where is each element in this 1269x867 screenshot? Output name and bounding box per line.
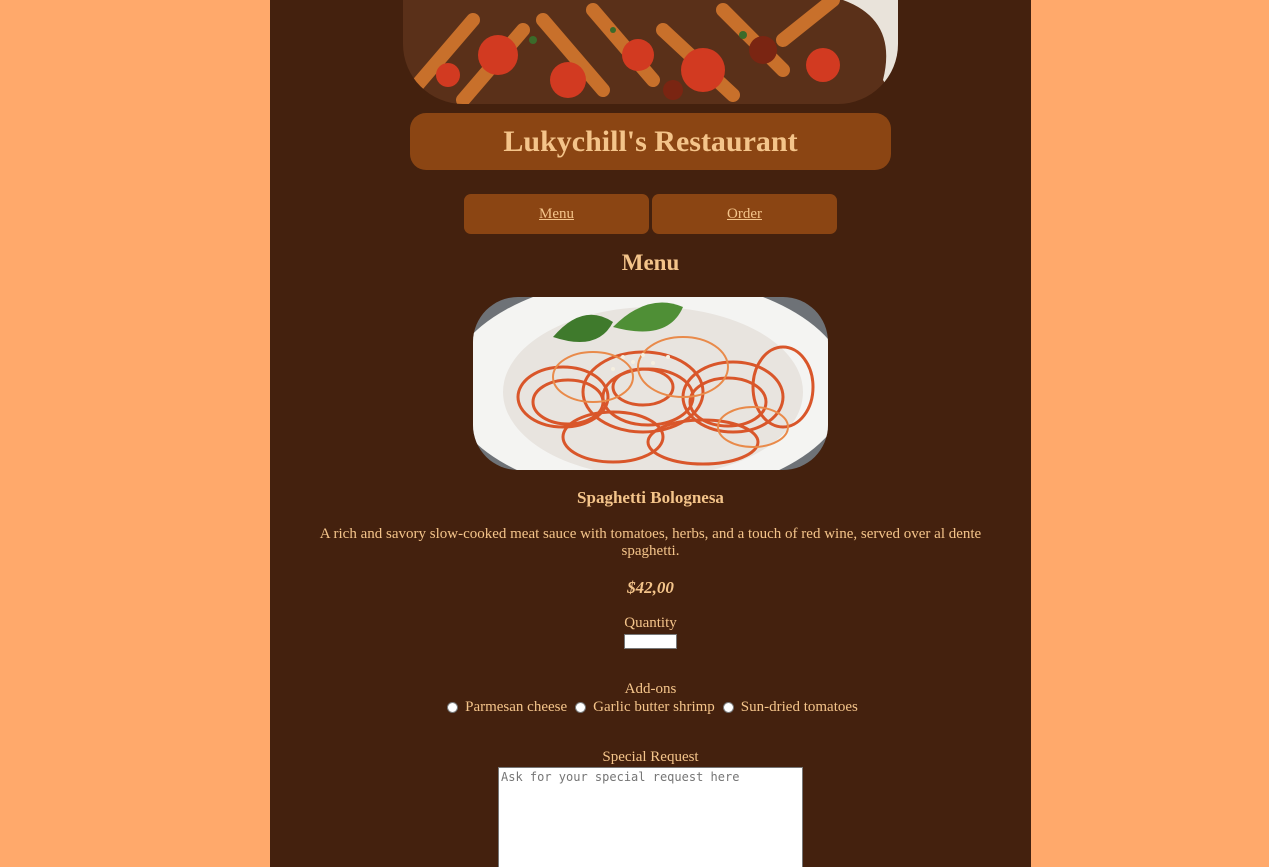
addon-tomatoes-radio[interactable] bbox=[722, 702, 734, 713]
addon-tomatoes-label: Sun-dried tomatoes bbox=[740, 699, 858, 715]
addon-parmesan-radio[interactable] bbox=[447, 702, 459, 713]
nav-order-link[interactable]: Order bbox=[652, 194, 837, 234]
addons-label: Add-ons bbox=[624, 681, 677, 697]
quantity-input[interactable] bbox=[624, 634, 677, 649]
hero-image bbox=[403, 0, 898, 104]
addon-shrimp-radio[interactable] bbox=[575, 702, 587, 713]
dish-price: $42,00 bbox=[627, 578, 674, 597]
restaurant-title-box: Lukychill's Restaurant bbox=[410, 113, 891, 170]
main-content: Lukychill's Restaurant Menu Order Menu S… bbox=[270, 0, 1031, 867]
special-request-label: Special Request bbox=[602, 749, 699, 765]
quantity-label: Quantity bbox=[624, 615, 677, 631]
addon-shrimp-label: Garlic butter shrimp bbox=[593, 699, 715, 715]
addon-parmesan-label: Parmesan cheese bbox=[465, 699, 568, 715]
addon-parmesan[interactable]: Parmesan cheese bbox=[443, 699, 567, 716]
special-request-textarea[interactable] bbox=[498, 767, 803, 867]
addon-tomatoes[interactable]: Sun-dried tomatoes bbox=[719, 699, 858, 716]
restaurant-name: Lukychill's Restaurant bbox=[503, 124, 798, 158]
section-title: Menu bbox=[621, 250, 680, 275]
dish-description: A rich and savory slow-cooked meat sauce… bbox=[319, 526, 982, 559]
nav-menu-link[interactable]: Menu bbox=[464, 194, 649, 234]
dish-name: Spaghetti Bolognesa bbox=[577, 488, 724, 507]
main-nav: Menu Order bbox=[464, 194, 837, 234]
addons-group: Parmesan cheese Garlic butter shrimp Sun… bbox=[270, 699, 1031, 716]
dish-image bbox=[473, 297, 828, 470]
addon-shrimp[interactable]: Garlic butter shrimp bbox=[571, 699, 715, 716]
